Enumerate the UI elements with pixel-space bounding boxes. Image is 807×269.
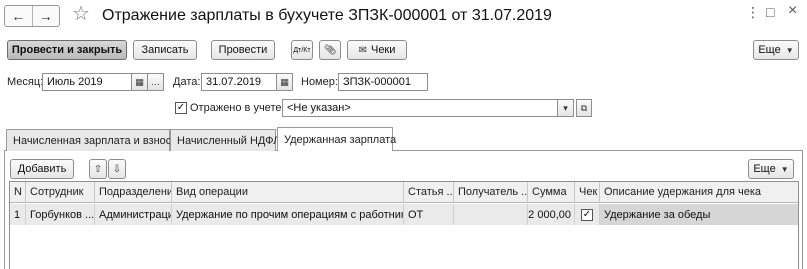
calendar-icon[interactable]: ▦: [132, 73, 148, 91]
checks-label: Чеки: [370, 44, 396, 56]
post-button[interactable]: Провести: [211, 40, 275, 60]
cell-operation[interactable]: Удержание по прочим операциям с работник…: [172, 204, 404, 225]
column-header-article[interactable]: Статья ...: [404, 182, 454, 203]
column-header-department[interactable]: Подразделение: [95, 182, 172, 203]
move-up-button[interactable]: ⇧: [89, 159, 107, 179]
withheld-table: N Сотрудник Подразделение Вид операции С…: [9, 181, 799, 269]
add-button[interactable]: Добавить: [10, 159, 74, 179]
more-label: Еще: [758, 44, 781, 56]
dropdown-icon[interactable]: ▾: [558, 99, 574, 117]
cell-article[interactable]: ОТ: [404, 204, 454, 225]
month-field[interactable]: Июль 2019: [42, 73, 132, 91]
table-more-label: Еще: [753, 163, 776, 175]
column-header-amount[interactable]: Сумма: [528, 182, 575, 203]
table-chevron-down-icon: ▼: [780, 164, 789, 174]
back-button[interactable]: ←: [5, 6, 33, 26]
cell-recipient[interactable]: [454, 204, 528, 225]
reflected-label: Отражено в учете:: [190, 102, 285, 114]
column-header-employee[interactable]: Сотрудник: [26, 182, 95, 203]
cell-employee[interactable]: Горбунков ...: [26, 204, 95, 225]
reflected-checkbox[interactable]: ✓: [175, 102, 187, 114]
tab-withheld-salary[interactable]: Удержанная зарплата: [277, 127, 396, 151]
row-check-checkbox[interactable]: ✓: [581, 208, 593, 221]
cell-amount[interactable]: 2 000,00: [528, 204, 575, 225]
chevron-down-icon: ▼: [785, 45, 794, 55]
move-down-button[interactable]: ⇩: [108, 159, 126, 179]
dtkt-button[interactable]: Дт/Кт: [291, 40, 313, 60]
date-label: Дата:: [173, 76, 201, 88]
column-header-operation[interactable]: Вид операции: [172, 182, 404, 203]
open-link-icon[interactable]: ⧉: [576, 99, 592, 117]
column-header-n[interactable]: N: [10, 182, 26, 203]
post-and-close-button[interactable]: Провести и закрыть: [7, 40, 127, 60]
favorite-star-icon[interactable]: ☆: [72, 3, 90, 25]
number-field[interactable]: ЗПЗК-000001: [338, 73, 428, 91]
reflected-select[interactable]: <Не указан>: [282, 99, 558, 117]
date-field[interactable]: 31.07.2019: [201, 73, 277, 91]
arrow-up-icon: ⇧: [93, 163, 103, 175]
navigation-buttons: ← →: [4, 5, 60, 27]
checkmark-icon: ✓: [176, 102, 186, 113]
month-label: Месяц:: [7, 76, 44, 88]
tab-accrued-ndfl[interactable]: Начисленный НДФЛ: [170, 129, 280, 151]
checks-icon: ✉︎: [358, 44, 367, 56]
cell-description[interactable]: Удержание за обеды: [600, 204, 798, 225]
forward-button[interactable]: →: [33, 6, 60, 26]
ellipsis-icon[interactable]: …: [148, 73, 164, 91]
cell-n[interactable]: 1: [10, 204, 26, 225]
arrow-down-icon: ⇩: [112, 163, 122, 175]
date-calendar-icon[interactable]: ▦: [277, 73, 293, 91]
more-button[interactable]: Еще ▼: [753, 40, 799, 60]
maximize-icon[interactable]: □: [766, 4, 774, 20]
number-label: Номер:: [301, 76, 338, 88]
save-button[interactable]: Записать: [133, 40, 197, 60]
cell-department[interactable]: Администрация: [95, 204, 172, 225]
table-more-button[interactable]: Еще ▼: [748, 159, 794, 179]
attach-button[interactable]: 📎︎: [319, 40, 341, 60]
paperclip-icon: 📎︎: [323, 44, 337, 56]
column-header-description[interactable]: Описание удержания для чека: [600, 182, 798, 203]
tab-accrued-salary[interactable]: Начисленная зарплата и взносы: [6, 129, 179, 151]
cell-check[interactable]: ✓: [575, 204, 600, 225]
column-header-recipient[interactable]: Получатель ...: [454, 182, 528, 203]
close-icon[interactable]: ×: [788, 2, 797, 20]
checks-button[interactable]: ✉︎ Чеки: [347, 40, 407, 60]
column-header-check[interactable]: Чек: [575, 182, 600, 203]
more-actions-icon[interactable]: ⋮: [746, 4, 760, 21]
page-title: Отражение зарплаты в бухучете ЗПЗК-00000…: [102, 7, 552, 24]
